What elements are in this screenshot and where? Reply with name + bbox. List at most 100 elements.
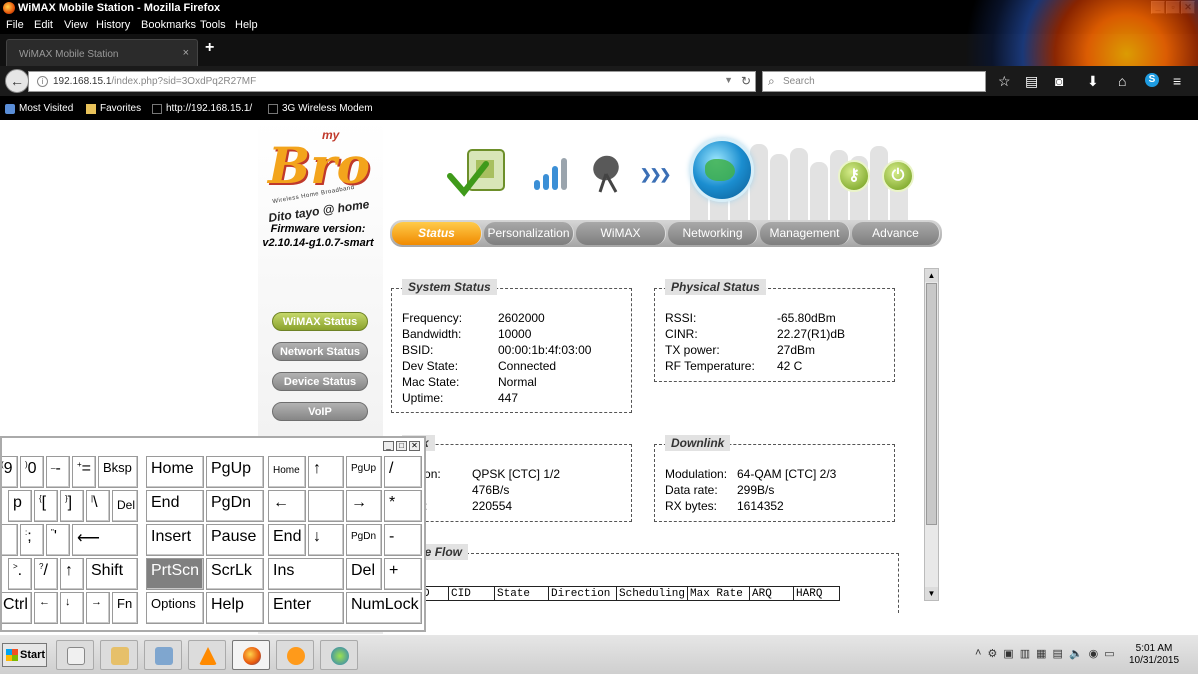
numpad-end[interactable]: End xyxy=(268,524,306,556)
tab-wimax[interactable]: WiMAX xyxy=(576,222,666,245)
key-pgup[interactable]: PgUp xyxy=(206,456,264,488)
bookmark-favorites[interactable]: Favorites xyxy=(86,103,141,114)
key-numlock[interactable]: NumLock xyxy=(346,592,422,624)
numpad-pgdn[interactable]: PgDn xyxy=(346,524,382,556)
taskbar-vlc[interactable] xyxy=(188,640,226,670)
numpad-up[interactable]: ↑ xyxy=(308,456,344,488)
numpad-del[interactable]: Del xyxy=(346,558,382,590)
key-slash[interactable]: ?/ xyxy=(34,558,58,590)
numpad-right[interactable]: → xyxy=(346,490,382,522)
key-enter[interactable]: ⟵ xyxy=(72,524,138,556)
tray-app-icon[interactable]: ▥ xyxy=(1020,647,1030,660)
numpad-minus[interactable]: - xyxy=(384,524,422,556)
key-semicolon[interactable]: :; xyxy=(20,524,44,556)
page-scrollbar[interactable]: ▲ ▼ xyxy=(924,268,939,601)
show-hidden-icons[interactable]: ˄ xyxy=(975,647,981,660)
key-backslash[interactable]: |\ xyxy=(86,490,110,522)
back-button[interactable]: ← xyxy=(5,69,29,93)
tray-app-icon[interactable]: ▤ xyxy=(1053,647,1063,660)
key-left-bracket[interactable]: {[ xyxy=(34,490,58,522)
osk-close-button[interactable]: ✕ xyxy=(409,441,420,451)
taskbar-firefox[interactable] xyxy=(232,640,270,670)
sidebar-voip[interactable]: VoIP xyxy=(272,402,368,421)
key-end[interactable]: End xyxy=(146,490,204,522)
tab-wimax[interactable]: WiMAX Mobile Station × xyxy=(6,39,198,66)
menu-bookmarks[interactable]: Bookmarks xyxy=(141,19,196,31)
tray-app-icon[interactable]: ▣ xyxy=(1003,647,1013,660)
new-tab-button[interactable]: + xyxy=(205,39,214,57)
home-icon[interactable]: ⌂ xyxy=(1118,73,1126,89)
key-minus[interactable]: _- xyxy=(46,456,70,488)
reading-list-icon[interactable]: ▤ xyxy=(1025,73,1038,89)
key-equals[interactable]: += xyxy=(72,456,96,488)
numpad-star[interactable]: * xyxy=(384,490,422,522)
numpad-home[interactable]: Home xyxy=(268,456,306,488)
sidebar-device-status[interactable]: Device Status xyxy=(272,372,368,391)
tab-networking[interactable]: Networking xyxy=(668,222,758,245)
url-dropdown-icon[interactable]: ▼ xyxy=(724,75,733,85)
key-shift[interactable]: Shift xyxy=(86,558,138,590)
key-left[interactable]: ← xyxy=(34,592,58,624)
numpad-down[interactable]: ↓ xyxy=(308,524,344,556)
numpad-left[interactable]: ← xyxy=(268,490,306,522)
menu-help[interactable]: Help xyxy=(235,19,258,31)
key-button[interactable]: ⚷ xyxy=(838,160,870,192)
bookmark-star-icon[interactable]: ☆ xyxy=(998,73,1011,89)
pocket-icon[interactable]: ◙ xyxy=(1055,73,1063,89)
key-prtscn[interactable]: PrtScn xyxy=(146,558,204,590)
start-button[interactable]: Start xyxy=(2,643,47,667)
tab-management[interactable]: Management xyxy=(760,222,850,245)
site-info-icon[interactable]: i xyxy=(37,76,48,87)
key-down[interactable]: ↓ xyxy=(60,592,84,624)
key-period[interactable]: >. xyxy=(8,558,32,590)
close-window-button[interactable]: ✕ xyxy=(1181,1,1195,14)
key-ctrl[interactable]: Ctrl xyxy=(2,592,32,624)
key-right[interactable]: → xyxy=(86,592,110,624)
sidebar-wimax-status[interactable]: WiMAX Status xyxy=(272,312,368,331)
key-up[interactable]: ↑ xyxy=(60,558,84,590)
tray-network-status-icon[interactable]: ▭ xyxy=(1104,647,1114,660)
numpad-plus[interactable]: + xyxy=(384,558,422,590)
key-quote[interactable]: "' xyxy=(46,524,70,556)
key-insert[interactable]: Insert xyxy=(146,524,204,556)
search-field[interactable]: ⌕ Search xyxy=(762,71,986,92)
key-fn[interactable]: Fn xyxy=(112,592,138,624)
tab-advance[interactable]: Advance xyxy=(852,222,940,245)
key-options[interactable]: Options xyxy=(146,592,204,624)
skype-icon[interactable]: S xyxy=(1145,73,1159,87)
close-tab-icon[interactable]: × xyxy=(183,47,189,59)
key-9[interactable]: (9 xyxy=(2,456,18,488)
minimize-button[interactable]: _ xyxy=(1151,1,1165,14)
tray-app-icon[interactable]: ▦ xyxy=(1036,647,1046,660)
power-button[interactable]: ⏻ xyxy=(882,160,914,192)
sidebar-network-status[interactable]: Network Status xyxy=(272,342,368,361)
volume-icon[interactable]: 🔈 xyxy=(1069,647,1083,660)
key-backspace[interactable]: Bksp xyxy=(98,456,138,488)
restore-button[interactable]: ▫ xyxy=(1166,1,1180,14)
tray-globe-icon[interactable]: ◉ xyxy=(1089,647,1099,660)
tab-status[interactable]: Status xyxy=(392,222,482,245)
menu-edit[interactable]: Edit xyxy=(34,19,53,31)
bookmark-3g-modem[interactable]: 3G Wireless Modem xyxy=(268,103,373,114)
clock[interactable]: 5:01 AM 10/31/2015 xyxy=(1124,643,1184,667)
taskbar-explorer[interactable] xyxy=(100,640,138,670)
tray-network-icon[interactable]: ⚙ xyxy=(987,647,997,660)
scroll-down-icon[interactable]: ▼ xyxy=(925,587,938,600)
key-help[interactable]: Help xyxy=(206,592,264,624)
key-pause[interactable]: Pause xyxy=(206,524,264,556)
numpad-slash[interactable]: / xyxy=(384,456,422,488)
numpad-ins[interactable]: Ins xyxy=(268,558,344,590)
taskbar-wimax[interactable] xyxy=(320,640,358,670)
key-del[interactable]: Del xyxy=(112,490,138,522)
numpad-enter[interactable]: Enter xyxy=(268,592,344,624)
key-pgdn[interactable]: PgDn xyxy=(206,490,264,522)
taskbar-uc-browser[interactable] xyxy=(276,640,314,670)
key-home[interactable]: Home xyxy=(146,456,204,488)
menu-icon[interactable]: ≡ xyxy=(1173,73,1181,89)
key-l[interactable]: l xyxy=(2,524,18,556)
key-0[interactable]: )0 xyxy=(20,456,44,488)
menu-history[interactable]: History xyxy=(96,19,130,31)
numpad-5[interactable] xyxy=(308,490,344,522)
url-bar[interactable]: i 192.168.15.1/index.php?sid=3OxdPq2R27M… xyxy=(28,71,756,92)
menu-tools[interactable]: Tools xyxy=(200,19,226,31)
